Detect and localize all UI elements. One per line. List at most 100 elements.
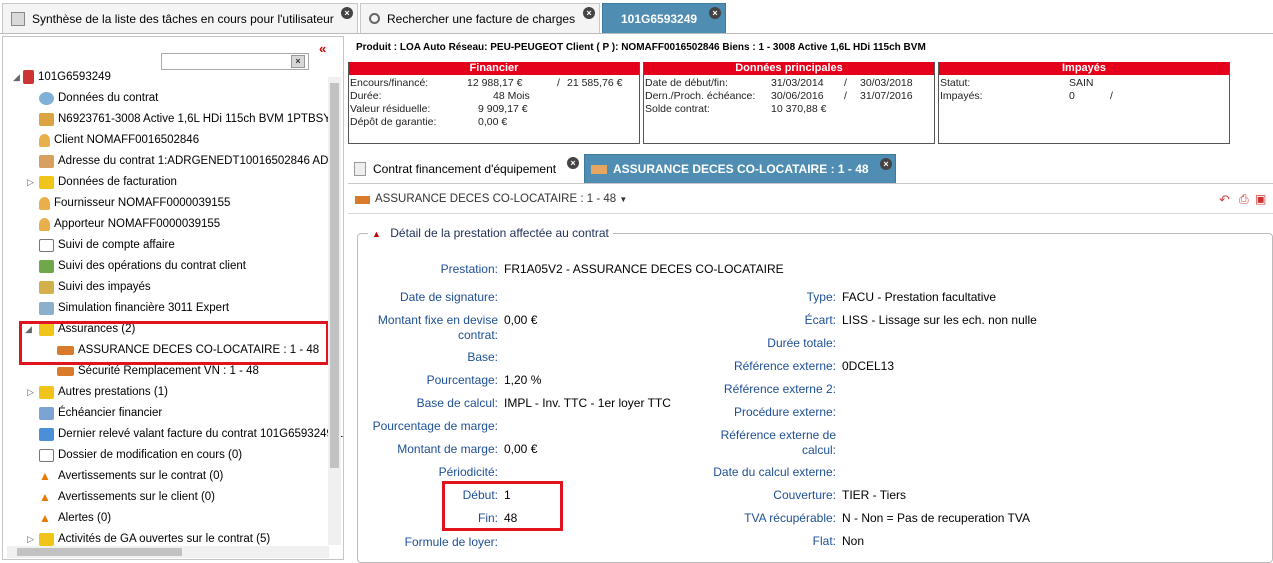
field-label: Flat: [812, 534, 836, 548]
asset-icon [39, 112, 54, 126]
row-value: 0 [1069, 90, 1075, 102]
card-title: Données principales [644, 62, 934, 75]
address-icon [39, 154, 54, 168]
tree-item-vehicle[interactable]: N6923761-3008 Active 1,6L HDi 115ch BVM … [39, 109, 339, 129]
row-label: Dépôt de garantie: [350, 116, 437, 128]
tree-search-input[interactable] [161, 53, 309, 70]
person-icon [39, 196, 50, 210]
money-icon [39, 259, 54, 273]
save-icon[interactable]: ▣ [1255, 192, 1266, 206]
row-value-2: 30/03/2018 [860, 77, 913, 89]
highlight-box [19, 321, 329, 365]
collapsed-arrow-icon[interactable]: ▷ [27, 177, 34, 188]
row-label: Statut: [940, 77, 971, 89]
tree-item-contract-warnings[interactable]: ▲ Avertissements sur le contrat (0) [39, 466, 223, 486]
tree-item-unpaid[interactable]: Suivi des impayés [39, 277, 151, 297]
row-value: 30/06/2016 [771, 90, 824, 102]
tab-financing-contract[interactable]: Contrat financement d'équipement × [348, 154, 582, 184]
expanded-arrow-icon[interactable]: ◢ [13, 72, 20, 83]
section-toolbar: ASSURANCE DECES CO-LOCATAIRE : 1 - 48 ▼ … [348, 186, 1273, 214]
close-icon[interactable]: × [583, 7, 595, 19]
vertical-scroll-thumb[interactable] [330, 83, 339, 468]
tree-root[interactable]: 101G6593249 [23, 67, 111, 87]
field-value: 0DCEL13 [842, 359, 895, 373]
row-label: Dern./Proch. échéance: [645, 90, 756, 102]
field-label: Couverture: [773, 488, 836, 502]
person-icon [39, 217, 50, 231]
tab-insurance-deces[interactable]: ASSURANCE DECES CO-LOCATAIRE : 1 - 48 × [584, 154, 896, 184]
field-value: LISS - Lissage sur les ech. non nulle [842, 313, 1037, 327]
contract-icon [23, 70, 34, 84]
top-tab-bar: Synthèse de la liste des tâches en cours… [0, 0, 1273, 34]
field-label: TVA récupérable: [744, 511, 836, 525]
tree-item-billing[interactable]: Données de facturation [39, 172, 177, 192]
field-value: Non [842, 534, 865, 548]
row-value: 12 988,17 € [467, 77, 523, 89]
card-donnees-principales: Données principales Date de début/fin: 3… [643, 62, 935, 144]
field-value: 1,20 % [504, 373, 542, 387]
tree-item-last-statement[interactable]: Dernier relevé valant facture du contrat… [39, 424, 343, 444]
print-icon[interactable]: ⎙ [1239, 192, 1249, 207]
field-value: 0,00 € [504, 313, 538, 327]
field-label: Pourcentage: [426, 373, 498, 387]
field-label: Écart: [804, 313, 836, 327]
collapsed-arrow-icon[interactable]: ▷ [27, 387, 34, 398]
chevron-down-icon: ▼ [619, 195, 628, 204]
row-label: Solde contrat: [645, 103, 710, 115]
horizontal-scroll-thumb[interactable] [17, 548, 182, 556]
field-value: 0,00 € [504, 442, 538, 456]
tree-item-modification[interactable]: Dossier de modification en cours (0) [39, 445, 242, 465]
row-value: 0,00 € [478, 116, 508, 128]
book-icon [39, 238, 54, 252]
close-icon[interactable]: × [341, 7, 353, 19]
tree-item-client[interactable]: Client NOMAFF0016502846 [39, 130, 199, 150]
search-icon [369, 13, 380, 24]
insurance-icon [591, 164, 607, 174]
field-label: Référence externe: [733, 359, 836, 373]
warning-icon: ▲ [39, 510, 51, 525]
field-label: Durée totale: [767, 336, 836, 350]
field-label: Base: [467, 350, 498, 364]
field-label: Référence externe 2: [723, 382, 836, 396]
close-icon[interactable]: × [880, 158, 892, 170]
field-value: N - Non = Pas de recuperation TVA [842, 511, 1030, 525]
tree-item-account-tracking[interactable]: Suivi de compte affaire [39, 235, 175, 255]
navigation-tree-panel: « × ◢ 101G6593249 Données du contrat N69… [2, 36, 344, 560]
section-dropdown[interactable]: ASSURANCE DECES CO-LOCATAIRE : 1 - 48 ▼ [375, 193, 627, 205]
close-icon[interactable]: × [709, 7, 721, 19]
undo-icon[interactable]: ↶ [1219, 192, 1230, 208]
calendar-icon [39, 406, 54, 420]
person-icon [39, 133, 50, 147]
collapsed-arrow-icon[interactable]: ▷ [27, 534, 34, 545]
row-separator: / [844, 90, 847, 102]
fieldset-legend[interactable]: ▲ Détail de la prestation affectée au co… [368, 226, 613, 240]
tree-item-provider[interactable]: Apporteur NOMAFF0000039155 [39, 214, 220, 234]
row-label: Valeur résiduelle: [350, 103, 431, 115]
row-value: 31/03/2014 [771, 77, 824, 89]
tab-task-summary[interactable]: Synthèse de la liste des tâches en cours… [2, 3, 358, 33]
tab-search-invoice[interactable]: Rechercher une facture de charges × [360, 3, 600, 33]
row-label: Durée: [350, 90, 382, 102]
field-label: Procédure externe: [733, 405, 836, 419]
tree-item-supplier[interactable]: Fournisseur NOMAFF0000039155 [39, 193, 230, 213]
collapse-panel-icon[interactable]: « [319, 41, 326, 56]
product-summary: Produit : LOA Auto Réseau: PEU-PEUGEOT C… [356, 42, 926, 53]
tab-label: ASSURANCE DECES CO-LOCATAIRE : 1 - 48 [613, 162, 869, 176]
tree-item-contract-data[interactable]: Données du contrat [39, 88, 158, 108]
tree-item-simulation[interactable]: Simulation financière 3011 Expert [39, 298, 229, 318]
field-label: Référence externe de calcul: [720, 428, 836, 457]
row-label: Impayés: [940, 90, 983, 102]
tree-item-alerts[interactable]: ▲ Alertes (0) [39, 508, 111, 528]
tree-item-other-services[interactable]: Autres prestations (1) [39, 382, 168, 402]
field-label: Date de signature: [399, 290, 498, 304]
dropdown-label: ASSURANCE DECES CO-LOCATAIRE : 1 - 48 [375, 193, 617, 205]
tree-item-operations[interactable]: Suivi des opérations du contrat client [39, 256, 246, 276]
close-icon[interactable]: × [567, 157, 579, 169]
tree-item-schedule[interactable]: Échéancier financier [39, 403, 162, 423]
tree-item-address[interactable]: Adresse du contrat 1:ADRGENEDT1001650284… [39, 151, 341, 171]
card-title: Impayés [939, 62, 1229, 75]
clear-search-icon[interactable]: × [291, 55, 305, 68]
folder-icon [354, 162, 366, 176]
tab-contract[interactable]: 101G6593249 × [602, 3, 726, 33]
tree-item-client-warnings[interactable]: ▲ Avertissements sur le client (0) [39, 487, 215, 507]
